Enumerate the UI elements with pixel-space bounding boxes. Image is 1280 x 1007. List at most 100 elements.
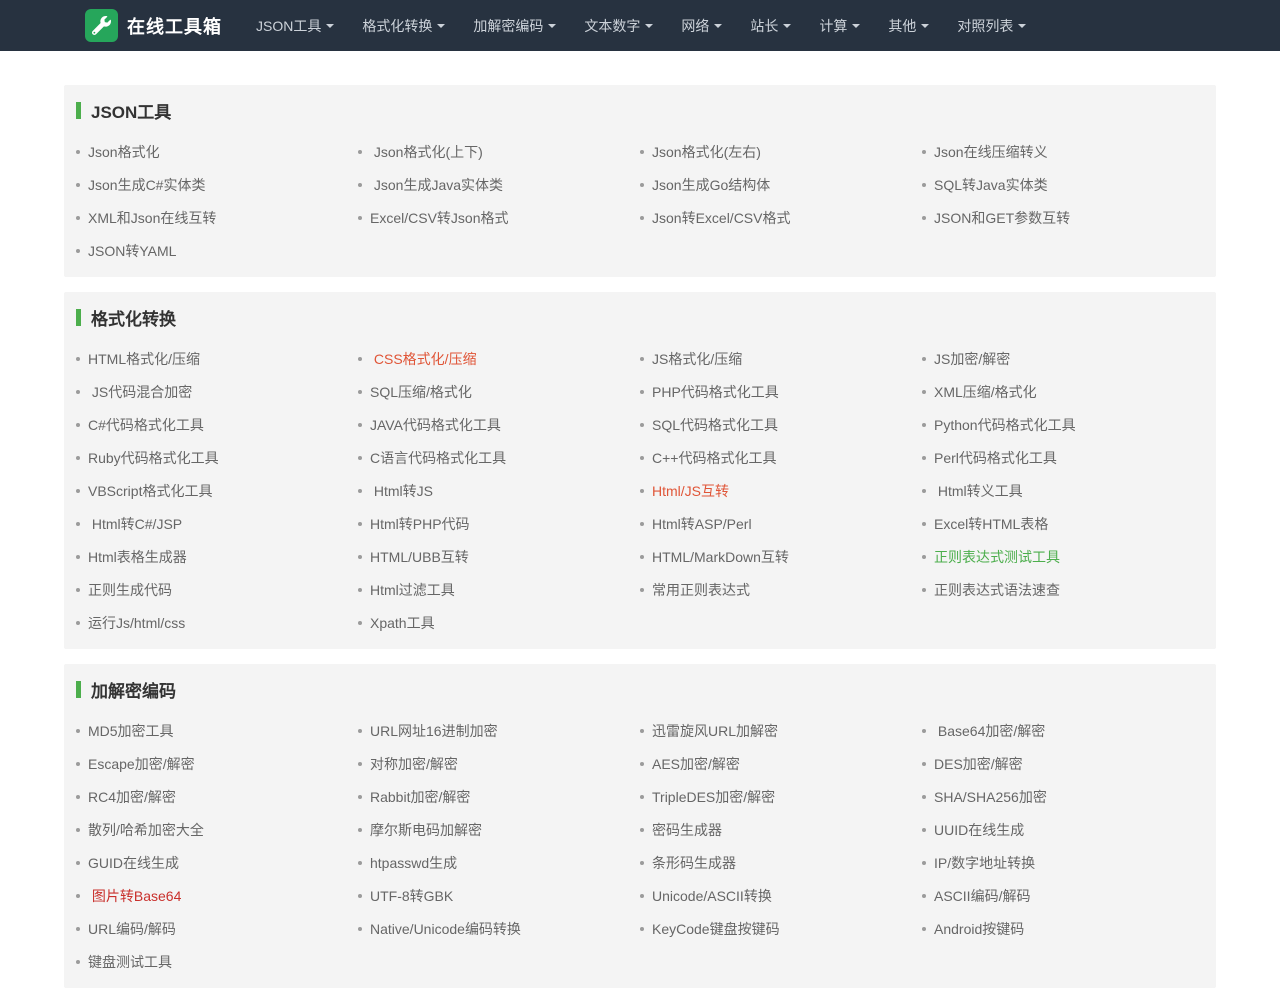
tool-link[interactable]: SQL转Java实体类 (934, 175, 1048, 195)
tool-link[interactable]: C语言代码格式化工具 (370, 448, 506, 468)
nav-menu-json-tools[interactable]: JSON工具 (242, 0, 348, 51)
tool-link[interactable]: 摩尔斯电码加解密 (370, 820, 482, 840)
tool-link[interactable]: CSS格式化/压缩 (370, 349, 477, 369)
tool-link[interactable]: Native/Unicode编码转换 (370, 919, 521, 939)
tool-link[interactable]: JSON和GET参数互转 (934, 208, 1070, 228)
nav-menu-webmaster[interactable]: 站长 (736, 0, 805, 51)
tool-link[interactable]: Unicode/ASCII转换 (652, 886, 772, 906)
section-json-tools: JSON工具Json格式化 Json格式化(上下)Json格式化(左右)Json… (64, 85, 1216, 277)
tool-link[interactable]: SQL代码格式化工具 (652, 415, 778, 435)
bullet-dot-icon (76, 729, 80, 733)
tool-link[interactable]: Html/JS互转 (652, 481, 729, 501)
tool-link[interactable]: Json生成Java实体类 (370, 175, 503, 195)
tool-list-item: 正则表达式测试工具 (922, 540, 1204, 573)
tool-link[interactable]: 图片转Base64 (88, 886, 181, 906)
nav-menu-network[interactable]: 网络 (667, 0, 736, 51)
tool-link[interactable]: Python代码格式化工具 (934, 415, 1076, 435)
tool-link[interactable]: PHP代码格式化工具 (652, 382, 779, 402)
tool-link[interactable]: 常用正则表达式 (652, 580, 750, 600)
tool-link[interactable]: Html转C#/JSP (88, 514, 182, 534)
tool-link[interactable]: Rabbit加密/解密 (370, 787, 470, 807)
tool-link[interactable]: Html转ASP/Perl (652, 514, 752, 534)
tool-link[interactable]: Json格式化 (88, 142, 160, 162)
bullet-dot-icon (922, 489, 926, 493)
chevron-down-icon (921, 24, 929, 28)
bullet-dot-icon (358, 357, 362, 361)
tool-link[interactable]: Json转Excel/CSV格式 (652, 208, 790, 228)
tool-link[interactable]: Html转PHP代码 (370, 514, 470, 534)
tool-link[interactable]: Excel转HTML表格 (934, 514, 1048, 534)
tool-link[interactable]: URL网址16进制加密 (370, 721, 498, 741)
tool-link[interactable]: XML压缩/格式化 (934, 382, 1037, 402)
tool-link[interactable]: MD5加密工具 (88, 721, 174, 741)
tool-link[interactable]: Escape加密/解密 (88, 754, 195, 774)
tool-link[interactable]: 正则表达式语法速查 (934, 580, 1060, 600)
tool-link[interactable]: 对称加密/解密 (370, 754, 458, 774)
tool-link[interactable]: HTML/UBB互转 (370, 547, 469, 567)
nav-menu-others[interactable]: 其他 (874, 0, 943, 51)
tool-link[interactable]: JS格式化/压缩 (652, 349, 742, 369)
nav-menu-calculate[interactable]: 计算 (805, 0, 874, 51)
bullet-dot-icon (640, 927, 644, 931)
tool-link[interactable]: Excel/CSV转Json格式 (370, 208, 508, 228)
tool-list-item: 迅雷旋风URL加解密 (640, 714, 922, 747)
tool-link[interactable]: C#代码格式化工具 (88, 415, 204, 435)
tool-link[interactable]: Json在线压缩转义 (934, 142, 1048, 162)
tool-link[interactable]: HTML/MarkDown互转 (652, 547, 789, 567)
tool-list-item: SHA/SHA256加密 (922, 780, 1204, 813)
tool-link[interactable]: Ruby代码格式化工具 (88, 448, 219, 468)
tool-link[interactable]: Perl代码格式化工具 (934, 448, 1057, 468)
tool-link[interactable]: TripleDES加密/解密 (652, 787, 775, 807)
tool-link[interactable]: JS代码混合加密 (88, 382, 192, 402)
tool-link[interactable]: Json生成Go结构体 (652, 175, 770, 195)
tool-link[interactable]: IP/数字地址转换 (934, 853, 1035, 873)
tool-link[interactable]: VBScript格式化工具 (88, 481, 212, 501)
tool-link[interactable]: JAVA代码格式化工具 (370, 415, 501, 435)
tool-link[interactable]: SHA/SHA256加密 (934, 787, 1047, 807)
nav-menu-format-convert[interactable]: 格式化转换 (348, 0, 459, 51)
nav-menu-reference-list[interactable]: 对照列表 (943, 0, 1040, 51)
tool-link[interactable]: UTF-8转GBK (370, 886, 453, 906)
tool-link[interactable]: Html转义工具 (934, 481, 1023, 501)
tool-link[interactable]: 运行Js/html/css (88, 613, 185, 633)
tool-link[interactable]: htpasswd生成 (370, 853, 457, 873)
section-title-text: 格式化转换 (91, 305, 176, 330)
tool-link[interactable]: ASCII编码/解码 (934, 886, 1030, 906)
tool-link[interactable]: Json生成C#实体类 (88, 175, 205, 195)
tool-link[interactable]: 正则生成代码 (88, 580, 172, 600)
tool-link[interactable]: XML和Json在线互转 (88, 208, 216, 228)
tool-link[interactable]: 键盘测试工具 (88, 952, 172, 972)
tool-link[interactable]: 条形码生成器 (652, 853, 736, 873)
tool-link[interactable]: HTML格式化/压缩 (88, 349, 200, 369)
tool-link[interactable]: Android按键码 (934, 919, 1024, 939)
tool-link[interactable]: 迅雷旋风URL加解密 (652, 721, 778, 741)
tool-link[interactable]: 密码生成器 (652, 820, 722, 840)
tool-link[interactable]: C++代码格式化工具 (652, 448, 776, 468)
tool-link[interactable]: 散列/哈希加密大全 (88, 820, 204, 840)
tool-link[interactable]: JS加密/解密 (934, 349, 1010, 369)
tool-link[interactable]: UUID在线生成 (934, 820, 1024, 840)
nav-menu-encrypt-encode[interactable]: 加解密编码 (459, 0, 570, 51)
tool-link[interactable]: KeyCode键盘按键码 (652, 919, 780, 939)
tool-link[interactable]: Html过滤工具 (370, 580, 455, 600)
tool-link[interactable]: DES加密/解密 (934, 754, 1023, 774)
nav-menu-text-number[interactable]: 文本数字 (570, 0, 667, 51)
tool-link[interactable]: Json格式化(左右) (652, 142, 761, 162)
tool-link[interactable]: Html转JS (370, 481, 433, 501)
tool-link[interactable]: Html表格生成器 (88, 547, 187, 567)
bullet-dot-icon (922, 795, 926, 799)
tool-link[interactable]: Json格式化(上下) (370, 142, 483, 162)
tool-link[interactable]: JSON转YAML (88, 241, 176, 261)
tool-list-item: Json格式化(上下) (358, 135, 640, 168)
tool-link[interactable]: Xpath工具 (370, 613, 435, 633)
tool-link[interactable]: URL编码/解码 (88, 919, 176, 939)
tool-link[interactable]: 正则表达式测试工具 (934, 547, 1060, 567)
bullet-dot-icon (640, 489, 644, 493)
bullet-dot-icon (922, 588, 926, 592)
tool-link[interactable]: GUID在线生成 (88, 853, 179, 873)
tool-link[interactable]: AES加密/解密 (652, 754, 740, 774)
brand-link[interactable]: 在线工具箱 (85, 9, 222, 42)
tool-link[interactable]: SQL压缩/格式化 (370, 382, 472, 402)
tool-link[interactable]: Base64加密/解密 (934, 721, 1045, 741)
tool-link[interactable]: RC4加密/解密 (88, 787, 176, 807)
